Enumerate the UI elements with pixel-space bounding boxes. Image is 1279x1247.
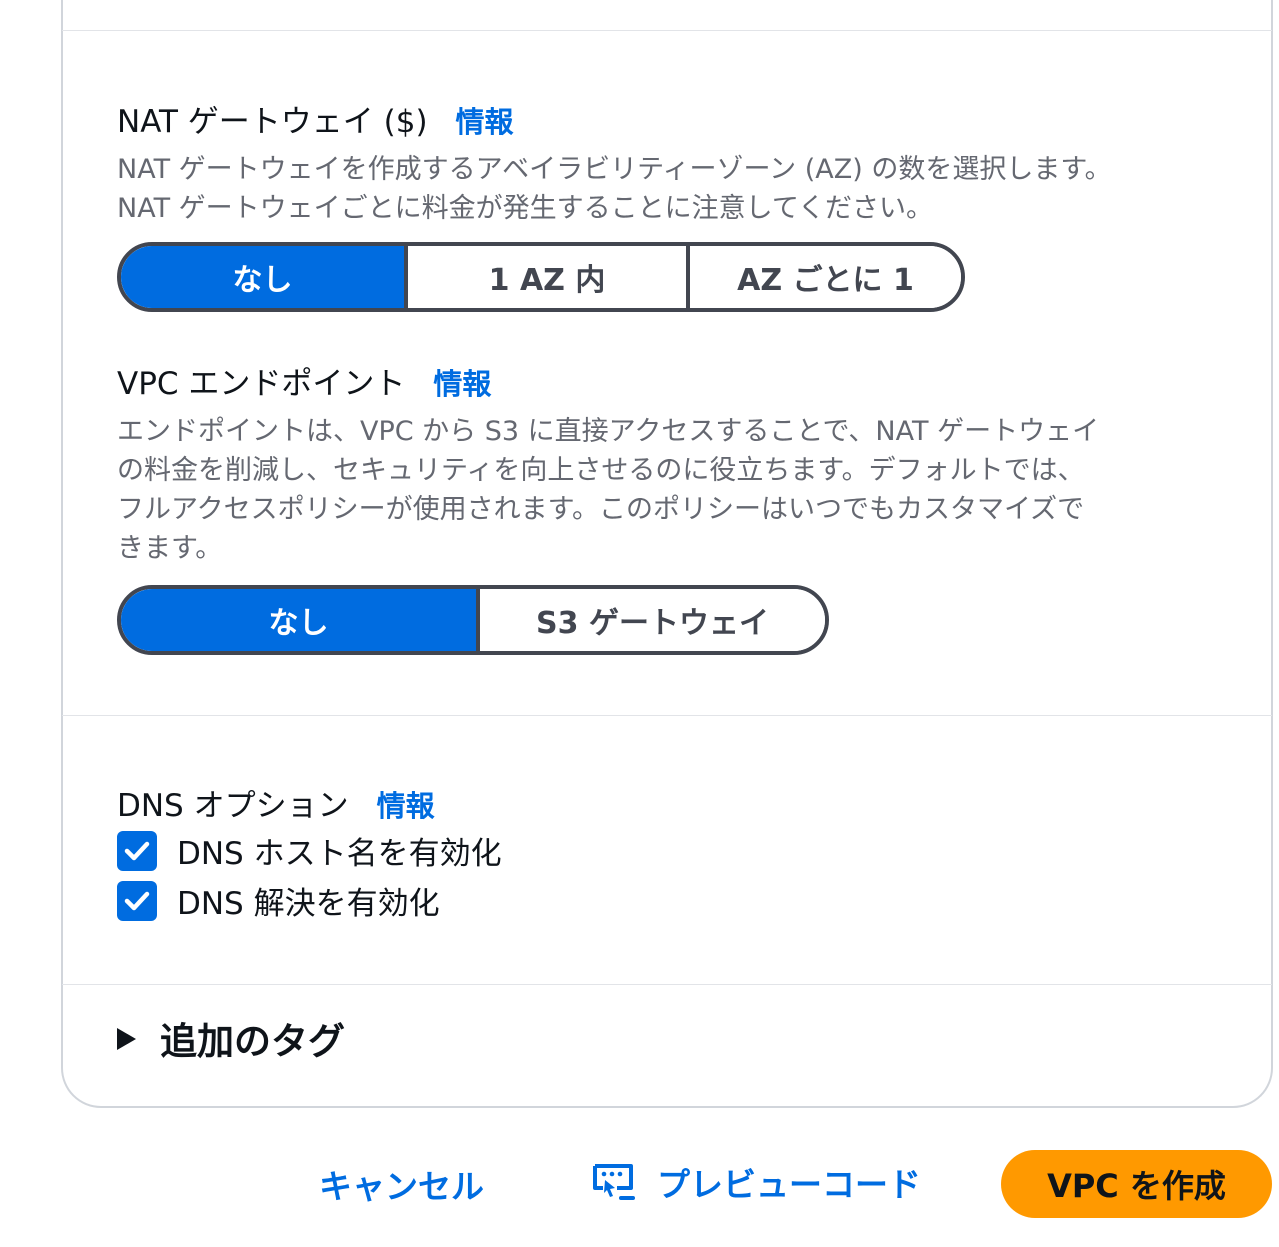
cancel-button[interactable]: キャンセル	[319, 1160, 484, 1208]
endpoint-option-none[interactable]: なし	[121, 589, 476, 651]
vpc-endpoint-description-line: エンドポイントは、VPC から S3 に直接アクセスすることで、NAT ゲートウ…	[117, 416, 1100, 447]
preview-code-label: プレビューコード	[657, 1165, 921, 1204]
vpc-endpoint-description: エンドポイントは、VPC から S3 に直接アクセスすることで、NAT ゲートウ…	[117, 412, 1207, 568]
dns-hostnames-label: DNS ホスト名を有効化	[177, 836, 502, 872]
nat-gateway-title-text: NAT ゲートウェイ ($)	[117, 104, 428, 140]
dns-resolution-checkbox[interactable]	[117, 880, 157, 921]
nat-gateway-info-link[interactable]: 情報	[456, 105, 514, 139]
nat-gateway-description: NAT ゲートウェイを作成するアベイラビリティーゾーン (AZ) の数を選択しま…	[117, 150, 1207, 228]
additional-tags-expander[interactable]: 追加のタグ	[117, 1011, 345, 1065]
dns-resolution-option: DNS 解決を有効化	[117, 878, 440, 923]
checkmark-icon	[124, 891, 150, 910]
vpc-endpoint-title-text: VPC エンドポイント	[117, 366, 406, 402]
nat-gateway-description-line: NAT ゲートウェイを作成するアベイラビリティーゾーン (AZ) の数を選択しま…	[117, 154, 1112, 185]
caret-right-icon	[117, 1028, 136, 1050]
dns-options-title-text: DNS オプション	[117, 788, 349, 824]
preview-code-button[interactable]: プレビューコード	[591, 1158, 921, 1206]
vpc-endpoint-info-link[interactable]: 情報	[433, 367, 491, 401]
vpc-endpoint-title: VPC エンドポイント 情報	[117, 358, 491, 403]
top-divider	[62, 30, 1272, 31]
nat-option-1az[interactable]: 1 AZ 内	[404, 246, 686, 308]
nat-gateway-description-line: NAT ゲートウェイごとに料金が発生することに注意してください。	[117, 193, 934, 224]
dns-options-title: DNS オプション 情報	[117, 780, 435, 825]
dns-hostnames-checkbox[interactable]	[117, 830, 157, 871]
nat-option-per-az[interactable]: AZ ごとに 1	[686, 246, 961, 308]
section-divider	[62, 984, 1272, 985]
nat-option-none[interactable]: なし	[121, 246, 404, 308]
nat-gateway-title: NAT ゲートウェイ ($) 情報	[117, 96, 514, 141]
checkmark-icon	[124, 841, 150, 860]
vpc-endpoint-description-line: の料金を削減し、セキュリティを向上させるのに役立ちます。デフォルトでは、	[117, 455, 1085, 486]
dns-options-info-link[interactable]: 情報	[377, 789, 435, 823]
vpc-endpoint-description-line: きます。	[117, 533, 223, 564]
dns-resolution-label: DNS 解決を有効化	[177, 886, 440, 922]
create-vpc-button[interactable]: VPC を作成	[1001, 1150, 1272, 1218]
nat-gateway-segmented-control: なし 1 AZ 内 AZ ごとに 1	[117, 242, 965, 312]
dns-hostnames-option: DNS ホスト名を有効化	[117, 828, 502, 873]
endpoint-option-s3-gateway[interactable]: S3 ゲートウェイ	[476, 589, 825, 651]
section-divider	[62, 715, 1272, 716]
code-preview-icon	[593, 1164, 635, 1200]
vpc-endpoint-segmented-control: なし S3 ゲートウェイ	[117, 585, 829, 655]
vpc-endpoint-description-line: フルアクセスポリシーが使用されます。このポリシーはいつでもカスタマイズで	[117, 494, 1085, 525]
additional-tags-label: 追加のタグ	[160, 1020, 345, 1063]
